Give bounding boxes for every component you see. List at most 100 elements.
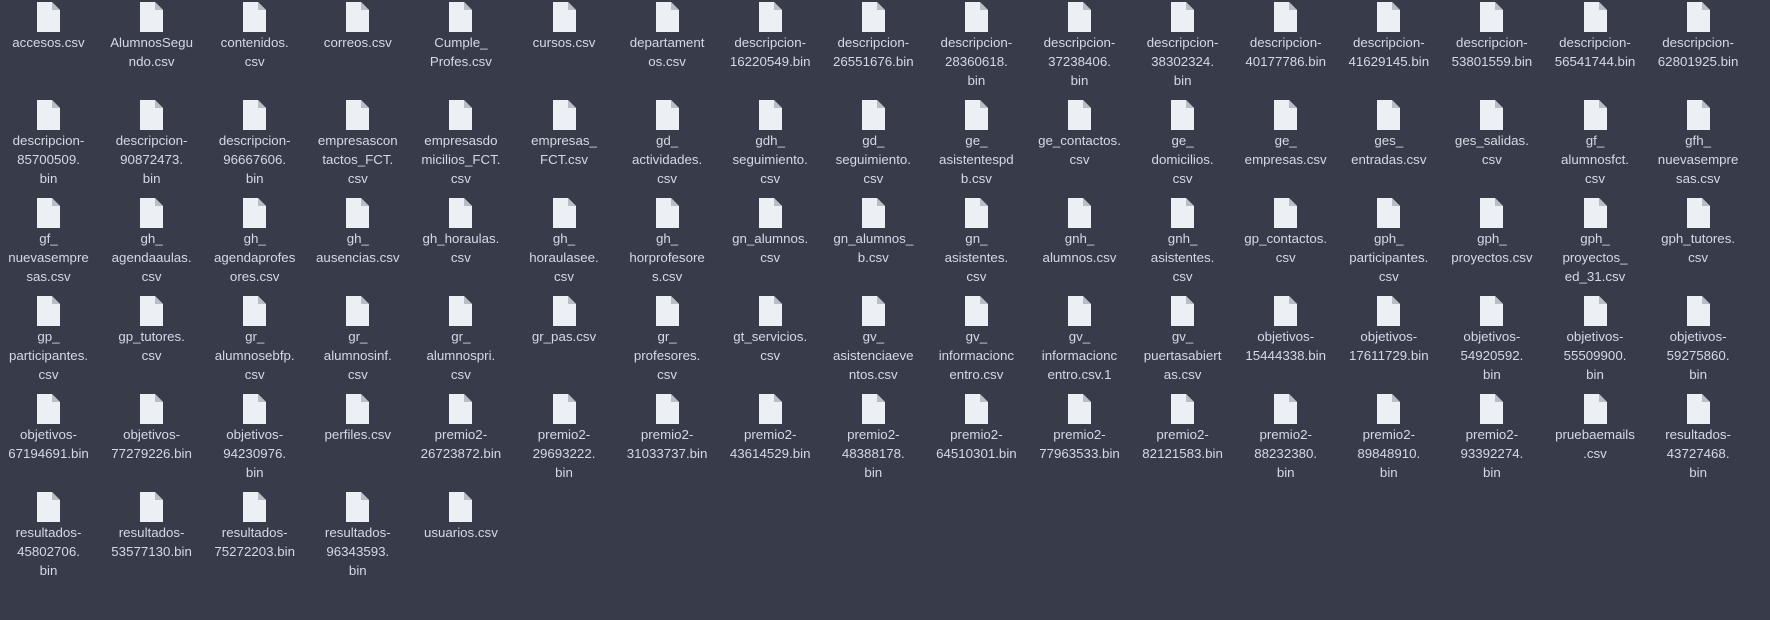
file-item[interactable]: gp_contactos. csv [1234,196,1337,294]
file-item[interactable]: premio2- 26723872.bin [409,392,512,490]
file-item[interactable]: ge_ domicilios. csv [1131,98,1234,196]
file-item[interactable]: descripcion- 38302324. bin [1131,0,1234,98]
file-item[interactable]: cursos.csv [513,0,616,98]
file-item[interactable]: gv_ puertasabiert as.csv [1131,294,1234,392]
file-item[interactable]: resultados- 53577130.bin [100,490,203,588]
file-item[interactable]: premio2- 31033737.bin [616,392,719,490]
file-item[interactable]: premio2- 93392274. bin [1440,392,1543,490]
file-name-line: bin [348,563,367,578]
file-item[interactable]: departament os.csv [616,0,719,98]
file-name-line: csv [347,367,368,382]
file-item[interactable]: gph_ proyectos_ ed_31.csv [1544,196,1647,294]
file-item[interactable]: ge_contactos. csv [1028,98,1131,196]
file-item[interactable]: empresascon tactos_FCT. csv [306,98,409,196]
file-item[interactable]: gp_ participantes. csv [0,294,100,392]
file-item[interactable]: gnh_ asistentes. csv [1131,196,1234,294]
file-item[interactable]: premio2- 77963533.bin [1028,392,1131,490]
file-item[interactable]: gt_servicios. csv [719,294,822,392]
file-item[interactable]: resultados- 96343593. bin [306,490,409,588]
file-item[interactable]: descripcion- 40177786.bin [1234,0,1337,98]
file-item[interactable]: gr_pas.csv [513,294,616,392]
file-item[interactable]: gh_ agendaaulas. csv [100,196,203,294]
file-item[interactable]: accesos.csv [0,0,100,98]
file-item[interactable]: descripcion- 41629145.bin [1337,0,1440,98]
document-file-icon [1273,198,1298,228]
file-item[interactable]: premio2- 64510301.bin [925,392,1028,490]
file-item[interactable]: gnh_ alumnos.csv [1028,196,1131,294]
file-item[interactable]: gd_ seguimiento. csv [822,98,925,196]
file-item[interactable]: objetivos- 59275860. bin [1647,294,1750,392]
file-name-label: empresasdo micilios_FCT. csv [409,131,512,188]
file-item[interactable]: perfiles.csv [306,392,409,490]
file-item[interactable]: empresas_ FCT.csv [513,98,616,196]
file-item[interactable]: gn_alumnos_ b.csv [822,196,925,294]
file-item[interactable]: gh_ horaulasee. csv [513,196,616,294]
file-item[interactable]: gv_ informacionc entro.csv [925,294,1028,392]
file-item[interactable]: objetivos- 17611729.bin [1337,294,1440,392]
file-item[interactable]: premio2- 89848910. bin [1337,392,1440,490]
file-item[interactable]: gr_ alumnospri. csv [409,294,512,392]
file-item[interactable]: descripcion- 96667606. bin [203,98,306,196]
file-name-line: gv_ [1068,329,1091,344]
file-item[interactable]: ges_salidas. csv [1440,98,1543,196]
file-item[interactable]: descripcion- 53801559.bin [1440,0,1543,98]
file-item[interactable]: gph_ proyectos.csv [1440,196,1543,294]
file-name-label: gh_ agendaprofes ores.csv [203,229,306,286]
file-item[interactable]: objetivos- 55509900. bin [1544,294,1647,392]
file-item[interactable]: gn_ asistentes. csv [925,196,1028,294]
file-name-label: descripcion- 26551676.bin [822,33,925,71]
file-item[interactable]: descripcion- 28360618. bin [925,0,1028,98]
file-item[interactable]: gdh_ seguimiento. csv [719,98,822,196]
file-item[interactable]: ge_ empresas.csv [1234,98,1337,196]
file-item[interactable]: resultados- 43727468. bin [1647,392,1750,490]
file-item[interactable]: contenidos. csv [203,0,306,98]
file-item[interactable]: gph_tutores. csv [1647,196,1750,294]
file-item[interactable]: gh_ horprofesore s.csv [616,196,719,294]
file-item[interactable]: gv_ informacionc entro.csv.1 [1028,294,1131,392]
file-item[interactable]: Cumple_ Profes.csv [409,0,512,98]
file-item[interactable]: descripcion- 26551676.bin [822,0,925,98]
file-item[interactable]: gr_ alumnosinf. csv [306,294,409,392]
file-item[interactable]: gph_ participantes. csv [1337,196,1440,294]
file-item[interactable]: premio2- 29693222. bin [513,392,616,490]
file-item[interactable]: correos.csv [306,0,409,98]
file-item[interactable]: gd_ actividades. csv [616,98,719,196]
file-item[interactable]: descripcion- 90872473. bin [100,98,203,196]
file-item[interactable]: gf_ alumnosfct. csv [1544,98,1647,196]
file-item[interactable]: gp_tutores. csv [100,294,203,392]
file-name-line: 45802706. [17,544,80,559]
file-item[interactable]: gv_ asistenciaeve ntos.csv [822,294,925,392]
file-item[interactable]: resultados- 45802706. bin [0,490,100,588]
file-item[interactable]: pruebaemails .csv [1544,392,1647,490]
file-item[interactable]: gf_ nuevasempre sas.csv [0,196,100,294]
file-item[interactable]: premio2- 43614529.bin [719,392,822,490]
file-item[interactable]: gfh_ nuevasempre sas.csv [1647,98,1750,196]
file-item[interactable]: descripcion- 62801925.bin [1647,0,1750,98]
file-name-line: alumnospri. [426,348,496,363]
file-item[interactable]: premio2- 82121583.bin [1131,392,1234,490]
file-item[interactable]: gh_ ausencias.csv [306,196,409,294]
file-item[interactable]: descripcion- 37238406. bin [1028,0,1131,98]
file-item[interactable]: premio2- 88232380. bin [1234,392,1337,490]
file-name-line: csv [1172,269,1193,284]
file-item[interactable]: gr_ alumnosebfp. csv [203,294,306,392]
file-item[interactable]: objetivos- 94230976. bin [203,392,306,490]
file-item[interactable]: descripcion- 85700509. bin [0,98,100,196]
file-item[interactable]: resultados- 75272203.bin [203,490,306,588]
file-item[interactable]: descripcion- 16220549.bin [719,0,822,98]
file-item[interactable]: gh_ agendaprofes ores.csv [203,196,306,294]
file-item[interactable]: objetivos- 15444338.bin [1234,294,1337,392]
file-item[interactable]: empresasdo micilios_FCT. csv [409,98,512,196]
file-item[interactable]: objetivos- 77279226.bin [100,392,203,490]
file-item[interactable]: ges_ entradas.csv [1337,98,1440,196]
file-item[interactable]: descripcion- 56541744.bin [1544,0,1647,98]
file-item[interactable]: objetivos- 67194691.bin [0,392,100,490]
file-item[interactable]: AlumnosSegu ndo.csv [100,0,203,98]
file-item[interactable]: ge_ asistentespd b.csv [925,98,1028,196]
file-item[interactable]: gh_horaulas. csv [409,196,512,294]
file-item[interactable]: objetivos- 54920592. bin [1440,294,1543,392]
file-item[interactable]: usuarios.csv [409,490,512,588]
file-item[interactable]: gr_ profesores. csv [616,294,719,392]
file-item[interactable]: premio2- 48388178. bin [822,392,925,490]
file-item[interactable]: gn_alumnos. csv [719,196,822,294]
